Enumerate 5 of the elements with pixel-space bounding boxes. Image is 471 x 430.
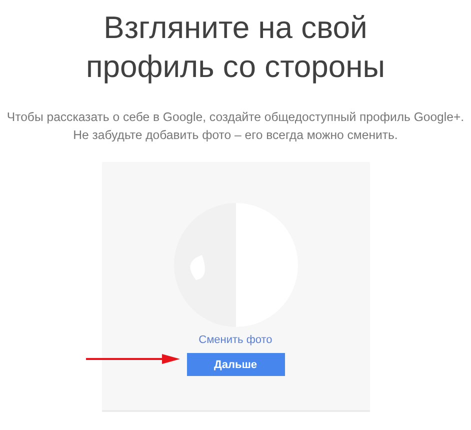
page-title: Взгляните на свой профиль со стороны: [84, 9, 386, 86]
change-photo-link[interactable]: Сменить фото: [198, 334, 272, 346]
description-text: Чтобы рассказать о себе в Google, создайте общедоступный профиль Google+.: [6, 109, 464, 126]
description-text: Не забудьте добавить фото – его всегда можно сменить.: [73, 127, 398, 144]
next-button[interactable]: Дальше: [186, 353, 284, 376]
